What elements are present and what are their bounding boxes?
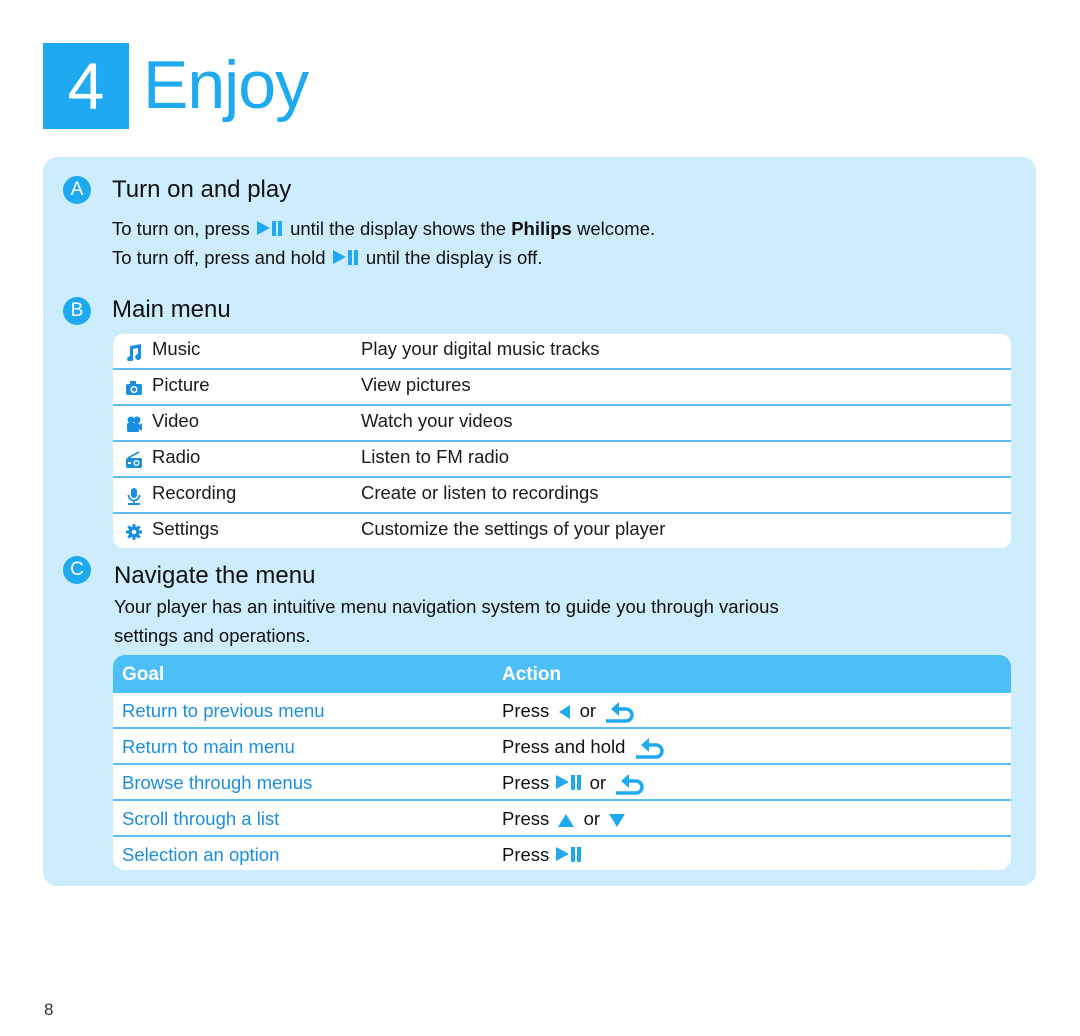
play-pause-icon bbox=[332, 250, 359, 265]
video-camera-icon bbox=[127, 416, 142, 432]
menu-item-description: Watch your videos bbox=[361, 410, 513, 431]
action-cell: Press or bbox=[502, 693, 639, 729]
menu-row-video: Video Watch your videos bbox=[113, 406, 1011, 442]
goal-cell: Selection an option bbox=[122, 844, 280, 865]
section-c-badge: C bbox=[63, 556, 91, 584]
text: Press bbox=[502, 808, 550, 829]
header-goal: Goal bbox=[122, 664, 165, 685]
menu-row-recording: Recording Create or listen to recordings bbox=[113, 478, 1011, 514]
menu-item-description: Create or listen to recordings bbox=[361, 482, 599, 503]
menu-item-description: Play your digital music tracks bbox=[361, 338, 600, 359]
menu-row-radio: Radio Listen to FM radio bbox=[113, 442, 1011, 478]
text: or bbox=[579, 700, 597, 721]
menu-row-music: Music Play your digital music tracks bbox=[113, 334, 1011, 370]
section-c-title: Navigate the menu bbox=[114, 562, 316, 589]
step-number: 4 bbox=[67, 49, 105, 123]
back-icon bbox=[635, 738, 664, 759]
menu-item-description: View pictures bbox=[361, 374, 471, 395]
text: To turn on, press bbox=[112, 218, 250, 239]
music-note-icon bbox=[127, 344, 142, 361]
section-a-badge: A bbox=[63, 176, 91, 204]
action-cell: Press bbox=[502, 837, 584, 870]
turn-on-instruction: To turn on, press until the display show… bbox=[112, 214, 655, 243]
left-arrow-icon bbox=[559, 705, 571, 720]
table-row: Scroll through a list Press or bbox=[113, 801, 1011, 837]
text: or bbox=[589, 772, 607, 793]
menu-item-name: Recording bbox=[152, 482, 237, 503]
step-number-box: 4 bbox=[43, 43, 129, 129]
goal-cell: Scroll through a list bbox=[122, 808, 280, 829]
navigation-intro-line1: Your player has an intuitive menu naviga… bbox=[114, 596, 779, 617]
menu-item-name: Radio bbox=[152, 446, 201, 467]
text: To turn off, press and hold bbox=[112, 247, 326, 268]
camera-icon bbox=[126, 381, 142, 395]
text: or bbox=[583, 808, 601, 829]
menu-item-name: Picture bbox=[152, 374, 210, 395]
goal-cell: Return to previous menu bbox=[122, 700, 325, 721]
navigation-table: Goal Action Return to previous menu Pres… bbox=[113, 655, 1011, 870]
page-title: Enjoy bbox=[143, 47, 309, 123]
brand-name: Philips bbox=[511, 218, 572, 239]
action-cell: Press or bbox=[502, 765, 649, 801]
text: until the display shows the bbox=[290, 218, 507, 239]
text: Press bbox=[502, 844, 550, 865]
menu-item-description: Listen to FM radio bbox=[361, 446, 510, 467]
back-icon bbox=[606, 702, 634, 723]
back-icon bbox=[616, 774, 644, 795]
table-row: Selection an option Press bbox=[113, 837, 1011, 870]
play-pause-icon bbox=[556, 847, 582, 862]
section-b-badge: B bbox=[63, 297, 91, 325]
text: Press and hold bbox=[502, 736, 626, 757]
menu-item-name: Settings bbox=[152, 518, 219, 539]
section-b-title: Main menu bbox=[112, 296, 231, 323]
menu-row-picture: Picture View pictures bbox=[113, 370, 1011, 406]
turn-off-instruction: To turn off, press and hold until the di… bbox=[112, 243, 542, 272]
menu-row-settings: Settings Customize the settings of your … bbox=[113, 514, 1011, 548]
action-cell: Press or bbox=[502, 801, 629, 837]
gear-icon bbox=[126, 524, 142, 540]
text: Press bbox=[502, 772, 550, 793]
text: Press bbox=[502, 700, 550, 721]
text: until the display is off. bbox=[365, 247, 543, 268]
navigation-intro-line2: settings and operations. bbox=[114, 625, 311, 646]
menu-item-description: Customize the settings of your player bbox=[361, 518, 666, 539]
goal-cell: Browse through menus bbox=[122, 772, 313, 793]
header-action: Action bbox=[502, 664, 562, 685]
play-pause-icon bbox=[256, 221, 283, 236]
menu-item-name: Video bbox=[152, 410, 199, 431]
table-row: Return to main menu Press and hold bbox=[113, 729, 1011, 765]
down-arrow-icon bbox=[609, 813, 626, 827]
menu-item-name: Music bbox=[152, 338, 201, 359]
main-menu-table: Music Play your digital music tracks Pic… bbox=[113, 334, 1011, 548]
table-header: Goal Action bbox=[113, 655, 1011, 693]
text: welcome. bbox=[576, 218, 656, 239]
table-row: Browse through menus Press or bbox=[113, 765, 1011, 801]
action-cell: Press and hold bbox=[502, 729, 669, 765]
table-row: Return to previous menu Press or bbox=[113, 693, 1011, 729]
radio-icon bbox=[126, 451, 142, 468]
goal-cell: Return to main menu bbox=[122, 736, 295, 757]
up-arrow-icon bbox=[558, 813, 575, 827]
play-pause-icon bbox=[556, 775, 582, 790]
page-number: 8 bbox=[44, 1000, 54, 1019]
microphone-icon bbox=[127, 488, 141, 505]
section-a-title: Turn on and play bbox=[112, 176, 292, 203]
